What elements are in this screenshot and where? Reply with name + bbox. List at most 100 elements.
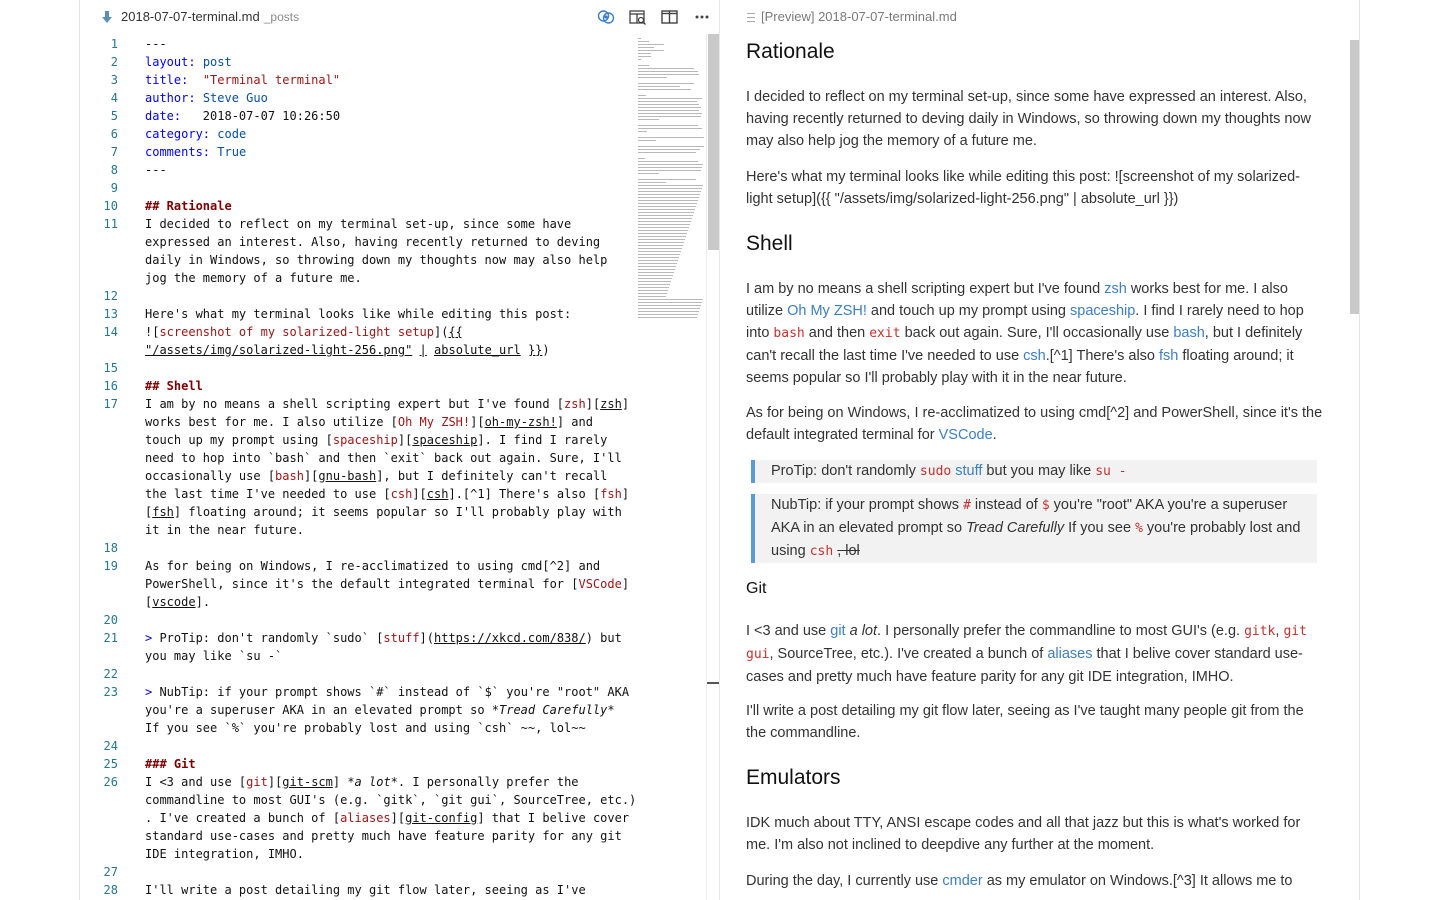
code-line[interactable]: ## Rationale <box>145 197 232 215</box>
code-line[interactable]: I'll write a post detailing my git flow … <box>145 881 586 899</box>
line-number: 6 <box>110 127 118 141</box>
code-line[interactable]: you may like `su -` <box>145 647 282 665</box>
line-number: 28 <box>103 883 118 897</box>
line-number <box>80 521 130 539</box>
code-line[interactable]: I am by no means a shell scripting exper… <box>145 395 629 413</box>
code-line[interactable]: --- <box>145 35 167 53</box>
code-line[interactable]: need to hop into `bash` and then `exit` … <box>145 449 622 467</box>
line-number <box>80 593 130 611</box>
more-actions-icon[interactable] <box>693 9 711 25</box>
code-line[interactable]: occasionally use [bash][gnu-bash], but I… <box>145 467 607 485</box>
preview-link[interactable]: VSCode <box>939 427 993 443</box>
code-line[interactable]: jog the memory of a future me. <box>145 269 362 287</box>
code-line[interactable]: IDE integration, IMHO. <box>145 845 304 863</box>
minimap-line <box>638 38 641 39</box>
minimap-line <box>638 65 649 66</box>
preview-link[interactable]: csh <box>1023 348 1046 364</box>
code-line[interactable]: . I've created a bunch of [aliases][git-… <box>145 809 629 827</box>
preview-link[interactable]: git <box>830 623 845 639</box>
code-line[interactable]: you're a superuser AKA in an elevated pr… <box>145 701 615 719</box>
minimap-line <box>638 296 666 297</box>
code-line[interactable]: date: 2018-07-07 10:26:50 <box>145 107 340 125</box>
preview-link[interactable]: fsh <box>1159 348 1178 364</box>
minimap-line <box>638 269 675 270</box>
minimap-line <box>638 128 702 129</box>
preview-link[interactable]: stuff <box>955 463 982 479</box>
preview-link[interactable]: Oh My ZSH! <box>787 303 867 319</box>
minimap-line <box>638 221 691 222</box>
preview-link[interactable]: aliases <box>1047 646 1092 662</box>
code-line[interactable]: daily in Windows, so throwing down my th… <box>145 251 607 269</box>
preview-tab[interactable]: [Preview] 2018-07-07-terminal.md <box>747 9 957 24</box>
code-line[interactable]: > NubTip: if your prompt shows `#` inste… <box>145 683 629 701</box>
minimap-line <box>638 50 664 51</box>
code-line[interactable]: > ProTip: don't randomly `sudo` [stuff](… <box>145 629 622 647</box>
minimap-line <box>638 299 703 300</box>
minimap-line <box>638 107 701 108</box>
split-editor-icon[interactable] <box>661 9 679 25</box>
code-line[interactable]: [fsh] floating around; it seems popular … <box>145 503 622 521</box>
code-line[interactable]: PowerShell, since it's the default integ… <box>145 575 629 593</box>
code-line[interactable]: As for being on Windows, I re-acclimatiz… <box>145 557 600 575</box>
minimap-line <box>638 77 667 78</box>
code-line[interactable]: standard use-cases and pretty much have … <box>145 827 622 845</box>
minimap-line <box>638 173 659 174</box>
line-number: 26 <box>103 775 118 789</box>
preview-link[interactable]: cmder <box>942 873 982 889</box>
minimap-line <box>638 215 693 216</box>
code-line[interactable]: ![screenshot of my solarized-light setup… <box>145 323 463 341</box>
code-line[interactable]: category: code <box>145 125 246 143</box>
minimap-line <box>638 209 695 210</box>
line-number: 19 <box>103 559 118 573</box>
code-line[interactable]: commandline to most GUI's (e.g. `gitk`, … <box>145 791 636 809</box>
code-line[interactable]: If you see `%` you're probably lost and … <box>145 719 586 737</box>
code-line[interactable]: layout: post <box>145 53 232 71</box>
editor-text-area[interactable]: 1 2 3 4 5 6 7 8 9 10 11 12 13 14 15 16 17 18 19 20 21 22 23 24 2… <box>80 34 719 900</box>
preview-link[interactable]: spaceship <box>1070 303 1135 319</box>
open-changes-icon[interactable] <box>597 9 615 25</box>
editor-tab-bar: 2018-07-07-terminal.md _posts <box>80 0 719 34</box>
code-line[interactable]: ## Shell <box>145 377 203 395</box>
code-line[interactable]: the last time I've needed to use [csh][c… <box>145 485 629 503</box>
minimap-line <box>638 266 676 267</box>
line-number: 15 <box>103 361 118 375</box>
code-line[interactable]: it in the near future. <box>145 521 304 539</box>
code-line[interactable]: --- <box>145 161 167 179</box>
code-line[interactable]: [vscode]. <box>145 593 210 611</box>
markdown-editor[interactable]: 2018-07-07-terminal.md _posts 1 2 3 4 5 6 7 8 9 10… <box>80 0 720 900</box>
preview-scrollbar-thumb[interactable] <box>1350 40 1359 314</box>
preview-link[interactable]: zsh <box>1104 281 1127 297</box>
code-line[interactable]: ### Git <box>145 755 196 773</box>
minimap-line <box>638 137 704 138</box>
code-line[interactable]: Here's what my terminal looks like while… <box>145 305 571 323</box>
line-number: 14 <box>103 325 118 339</box>
editor-tab[interactable]: 2018-07-07-terminal.md _posts <box>121 9 299 24</box>
minimap-line <box>638 311 699 312</box>
code-line[interactable]: expressed an interest. Also, having rece… <box>145 233 600 251</box>
line-number: 9 <box>110 181 118 195</box>
minimap-line <box>638 131 647 132</box>
markdown-preview[interactable]: [Preview] 2018-07-07-terminal.md Rationa… <box>721 0 1359 900</box>
paragraph: During the day, I currently use cmder as… <box>746 873 1293 889</box>
code-line[interactable]: I decided to reflect on my terminal set-… <box>145 215 571 233</box>
code-line[interactable]: touch up my prompt using [spaceship][spa… <box>145 431 607 449</box>
code-line[interactable]: comments: True <box>145 143 246 161</box>
open-preview-to-side-icon[interactable] <box>629 9 647 25</box>
minimap-line <box>638 113 702 114</box>
minimap-line <box>638 293 667 294</box>
minimap-line <box>638 194 700 195</box>
minimap-line <box>638 302 702 303</box>
code-line[interactable]: author: Steve Guo <box>145 89 268 107</box>
minimap[interactable] <box>638 38 706 328</box>
code-line[interactable]: I <3 and use [git][git-scm] *a lot*. I p… <box>145 773 579 791</box>
line-number: 27 <box>103 865 118 879</box>
minimap-line <box>638 110 699 111</box>
minimap-line <box>638 290 668 291</box>
code-line[interactable]: works best for me. I also utilize [Oh My… <box>145 413 593 431</box>
preview-link[interactable]: bash <box>1173 325 1204 341</box>
editor-scrollbar-thumb[interactable] <box>708 34 719 250</box>
minimap-line <box>638 86 680 87</box>
code-line[interactable]: "/assets/img/solarized-light-256.png" | … <box>145 341 550 359</box>
line-number <box>80 341 130 359</box>
code-line[interactable]: title: "Terminal terminal" <box>145 71 340 89</box>
